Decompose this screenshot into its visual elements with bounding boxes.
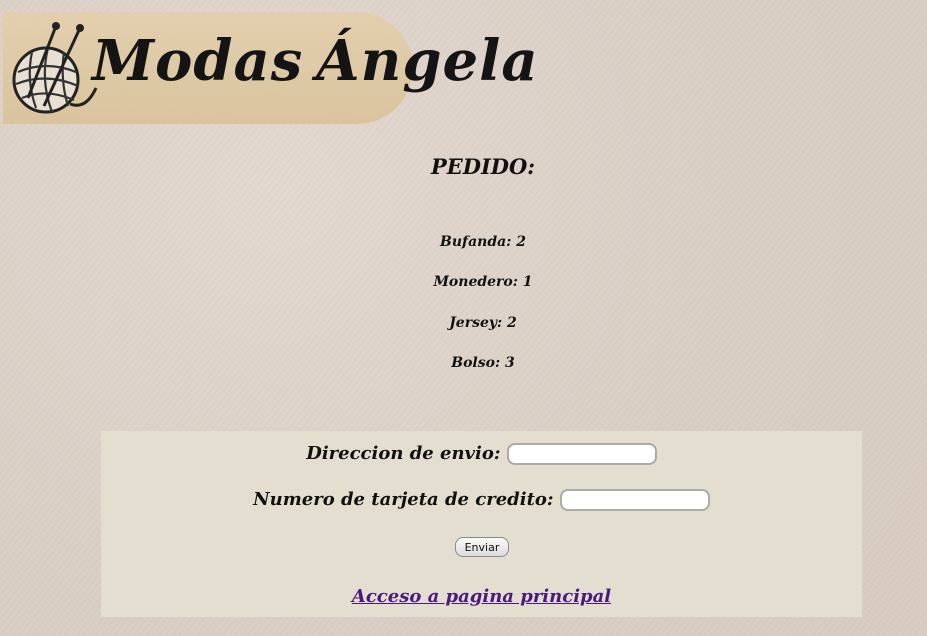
address-input[interactable] <box>506 443 657 465</box>
submit-button[interactable]: Enviar <box>455 537 509 557</box>
order-item: Monedero: 1 <box>433 274 533 290</box>
yarn-ball-icon <box>12 22 98 114</box>
logo-word-modas: Modas <box>92 28 304 94</box>
logo-text: Modas Ángela <box>92 28 539 94</box>
card-number-input[interactable] <box>559 489 710 511</box>
card-number-label: Numero de tarjeta de credito: <box>253 489 554 510</box>
order-item: Bolso: 3 <box>451 355 515 371</box>
order-form: Direccion de envio: Numero de tarjeta de… <box>101 431 862 617</box>
card-row: Numero de tarjeta de credito: <box>101 489 862 511</box>
address-row: Direccion de envio: <box>101 443 862 465</box>
home-page-link[interactable]: Acceso a pagina principal <box>101 586 862 607</box>
logo-word-angela: Ángela <box>316 28 539 94</box>
address-label: Direccion de envio: <box>306 443 501 464</box>
order-item: Bufanda: 2 <box>440 234 526 250</box>
page-title: PEDIDO: <box>430 154 536 179</box>
order-item: Jersey: 2 <box>449 315 517 331</box>
